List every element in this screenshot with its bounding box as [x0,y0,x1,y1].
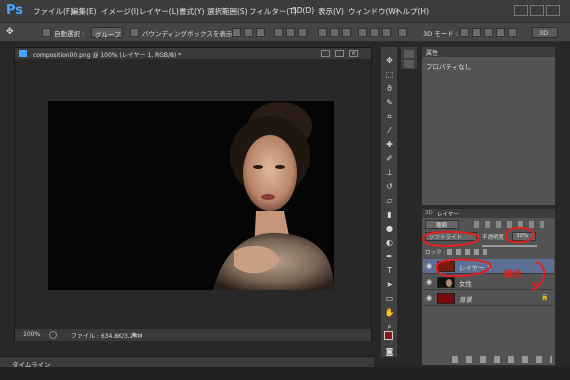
annotation-circle-blend-mode [422,230,480,248]
annotation-circle-layer [435,258,492,278]
annotation-circle-opacity [504,226,536,244]
annotation-bracket-arrow [531,261,546,291]
red-annotation-overlay [422,226,546,291]
